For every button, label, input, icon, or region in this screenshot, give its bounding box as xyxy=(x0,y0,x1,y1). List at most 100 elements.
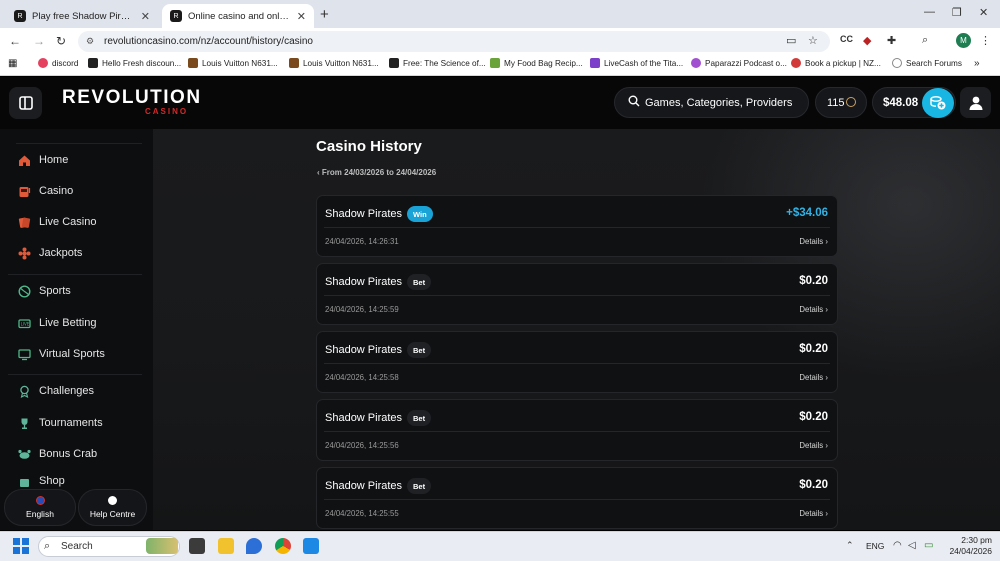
water-drop-app-icon[interactable] xyxy=(246,538,262,554)
chrome-icon[interactable] xyxy=(275,538,291,554)
transaction-card[interactable]: Shadow Pirates Bet $0.20 24/04/2026, 14:25:… xyxy=(316,263,838,325)
minimize-icon[interactable]: — xyxy=(924,6,935,18)
points-value: 115 xyxy=(827,96,845,109)
reload-icon[interactable]: ↻ xyxy=(56,34,66,48)
details-label: Details xyxy=(799,305,824,314)
game-name: Shadow Pirates xyxy=(325,208,403,220)
bookmark-science[interactable]: Free: The Science of... xyxy=(389,58,486,68)
monitor-icon xyxy=(18,348,31,361)
browser-tab-active[interactable]: R Online casino and online betting ✕ xyxy=(162,4,314,28)
sidebar-item-shop[interactable]: Shop xyxy=(18,475,65,489)
sidebar-item-virtual-sports[interactable]: Virtual Sports xyxy=(18,344,105,364)
account-button[interactable] xyxy=(960,87,991,118)
details-link[interactable]: Details › xyxy=(799,373,828,382)
bookmark-louis-vuitton-1[interactable]: Louis Vuitton N631... xyxy=(188,58,278,68)
close-tab-icon[interactable]: ✕ xyxy=(297,10,306,23)
close-tab-icon[interactable]: ✕ xyxy=(141,10,150,23)
install-app-icon[interactable]: ▭ xyxy=(786,34,796,47)
site-info-icon[interactable]: ⚙ xyxy=(86,36,94,47)
bookmark-hello-fresh[interactable]: Hello Fresh discoun... xyxy=(88,58,181,68)
clock-time[interactable]: 2:30 pm xyxy=(948,535,992,545)
bookmark-food-bag[interactable]: My Food Bag Recip... xyxy=(490,58,583,68)
profile-avatar[interactable]: M xyxy=(956,33,971,48)
apps-grid-icon[interactable]: ▦ xyxy=(8,58,17,69)
sidebar-item-jackpots[interactable]: Jackpots xyxy=(18,243,82,263)
sidebar-item-live-betting[interactable]: LIVE Live Betting xyxy=(18,313,96,333)
balance-value: $48.08 xyxy=(883,96,919,109)
forward-icon[interactable]: → xyxy=(33,34,45,48)
more-bookmarks-icon[interactable]: » xyxy=(974,58,980,69)
bookmark-star-icon[interactable]: ☆ xyxy=(808,34,818,47)
sidebar-item-bonus-crab[interactable]: Bonus Crab xyxy=(18,444,97,464)
task-view-icon[interactable] xyxy=(189,538,205,554)
address-bar[interactable]: revolutioncasino.com/nz/account/history/… xyxy=(78,31,830,52)
browser-menu-icon[interactable]: ⋮ xyxy=(980,34,991,47)
transaction-card[interactable]: Shadow Pirates Bet $0.20 24/04/2026, 14:25:… xyxy=(316,331,838,393)
cards-icon xyxy=(18,216,31,229)
bookmark-paparazzi[interactable]: Paparazzi Podcast o... xyxy=(691,58,787,68)
transaction-time: 24/04/2026, 14:25:58 xyxy=(325,373,399,382)
game-search-button[interactable]: Games, Categories, Providers xyxy=(614,87,809,118)
bookmark-search-forums[interactable]: Search Forums xyxy=(892,58,962,68)
sidebar-item-label: Challenges xyxy=(39,385,95,397)
back-icon[interactable]: ← xyxy=(9,34,21,48)
sidebar-item-label: Virtual Sports xyxy=(39,348,105,360)
file-explorer-icon[interactable] xyxy=(218,538,234,554)
game-name: Shadow Pirates xyxy=(325,480,403,492)
sidebar-toggle-button[interactable] xyxy=(9,87,42,119)
card-divider xyxy=(324,431,830,432)
search-highlight-icon xyxy=(146,538,178,554)
sidebar-item-sports[interactable]: Sports xyxy=(18,281,71,301)
transaction-card[interactable]: Shadow Pirates Bet $0.20 24/04/2026, 14:25:… xyxy=(316,399,838,461)
sidebar-item-label: Tournaments xyxy=(39,417,103,429)
sidebar-item-challenges[interactable]: Challenges xyxy=(18,381,94,401)
new-tab-button[interactable]: + xyxy=(320,6,329,23)
details-link[interactable]: Details › xyxy=(799,509,828,518)
transaction-card[interactable]: Shadow Pirates Win +$34.06 24/04/2026, 14:2… xyxy=(316,195,838,257)
details-link[interactable]: Details › xyxy=(799,237,828,246)
bookmark-livecash[interactable]: LiveCash of the Tita... xyxy=(590,58,683,68)
photos-app-icon[interactable] xyxy=(303,538,319,554)
loyalty-points-button[interactable]: 115 xyxy=(815,87,867,118)
transaction-amount: $0.20 xyxy=(799,479,828,491)
logo[interactable]: REVOLUTION xyxy=(62,87,202,109)
bookmark-label: Paparazzi Podcast o... xyxy=(705,58,787,68)
sidebar-item-casino[interactable]: Casino xyxy=(18,181,73,201)
extension-cc-icon[interactable]: CC xyxy=(840,34,853,44)
bookmark-label: Book a pickup | NZ... xyxy=(805,58,881,68)
tab-search-icon[interactable]: ⌕ xyxy=(922,34,928,47)
sidebar-item-live-casino[interactable]: Live Casino xyxy=(18,212,96,232)
battery-icon[interactable]: ▭ xyxy=(924,540,933,551)
windows-start-icon[interactable] xyxy=(13,538,29,554)
clock-date[interactable]: 24/04/2026 xyxy=(948,546,992,556)
help-label: Help Centre xyxy=(89,509,136,519)
sidebar-item-home[interactable]: Home xyxy=(18,150,68,170)
input-language[interactable]: ENG xyxy=(866,541,884,551)
bookmark-label: Louis Vuitton N631... xyxy=(202,58,278,68)
deposit-button[interactable] xyxy=(922,88,954,118)
wifi-icon[interactable]: ◠ xyxy=(893,540,902,551)
language-button[interactable]: English xyxy=(4,489,76,526)
volume-icon[interactable]: ◁ xyxy=(908,540,916,551)
details-link[interactable]: Details › xyxy=(799,305,828,314)
sidebar-item-tournaments[interactable]: Tournaments xyxy=(18,413,103,433)
browser-tab-shadow-pirates[interactable]: R Play free Shadow Pirates for high ✕ xyxy=(6,4,158,28)
bookmark-discord[interactable]: discord xyxy=(38,58,78,68)
date-range-filter[interactable]: ‹ From 24/03/2026 to 24/04/2026 xyxy=(317,168,436,177)
extensions-puzzle-icon[interactable]: ✚ xyxy=(887,34,896,47)
close-window-icon[interactable]: ✕ xyxy=(979,6,988,19)
restore-icon[interactable]: ❐ xyxy=(952,6,962,19)
tray-overflow-icon[interactable]: ⌃ xyxy=(846,540,854,551)
help-centre-button[interactable]: Help Centre xyxy=(78,489,147,526)
bookmark-louis-vuitton-2[interactable]: Louis Vuitton N631... xyxy=(289,58,379,68)
transaction-card[interactable]: Shadow Pirates Bet $0.20 24/04/2026, 14:25:… xyxy=(316,467,838,529)
svg-text:LIVE: LIVE xyxy=(21,321,30,326)
details-link[interactable]: Details › xyxy=(799,441,828,450)
site-favicon-icon: R xyxy=(170,10,182,22)
bookmark-label: Search Forums xyxy=(906,58,962,68)
transaction-amount: $0.20 xyxy=(799,411,828,423)
bookmark-label: Hello Fresh discoun... xyxy=(102,58,182,68)
bookmark-book-pickup[interactable]: Book a pickup | NZ... xyxy=(791,58,881,68)
extension-icon[interactable]: ◆ xyxy=(863,34,871,47)
transaction-type-badge: Bet xyxy=(407,478,432,494)
